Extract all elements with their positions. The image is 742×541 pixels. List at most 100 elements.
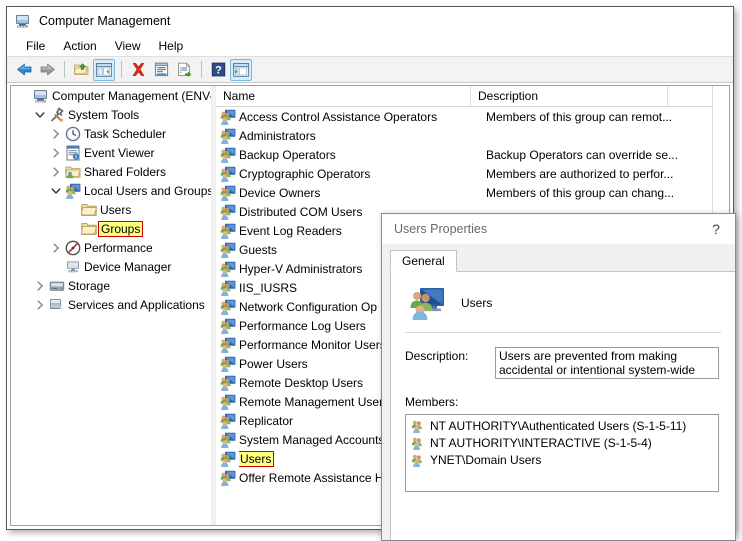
chevron-right-icon[interactable] <box>48 145 64 161</box>
tree-item-task-scheduler[interactable]: Task Scheduler <box>11 124 211 143</box>
tree-item-shared-folders[interactable]: Shared Folders <box>11 162 211 181</box>
group-icon <box>220 337 236 353</box>
tree-item-label: System Tools <box>68 107 140 122</box>
group-icon <box>220 109 236 125</box>
menu-item-action[interactable]: Action <box>54 37 105 55</box>
tree-item-system-tools[interactable]: System Tools <box>11 105 211 124</box>
group-icon <box>220 128 236 144</box>
table-row[interactable]: Access Control Assistance Operators Membe… <box>216 107 729 126</box>
toolbar-separator <box>201 61 202 78</box>
group-name-cell: Backup Operators <box>239 147 336 162</box>
tree-item-label: Shared Folders <box>84 164 167 179</box>
member-name: YNET\Domain Users <box>430 452 542 467</box>
column-header-description[interactable]: Description <box>471 86 668 106</box>
chevron-right-icon[interactable] <box>32 278 48 294</box>
group-icon <box>220 470 236 486</box>
tab-general[interactable]: General <box>390 250 457 272</box>
group-icon <box>220 147 236 163</box>
tree-item-users[interactable]: Users <box>11 200 211 219</box>
up-one-level-button[interactable] <box>70 59 92 81</box>
services-icon <box>48 297 65 313</box>
member-list-item[interactable]: NT AUTHORITY\INTERACTIVE (S-1-5-4) <box>406 434 718 451</box>
tree-item-computer-management-env-y[interactable]: Computer Management (ENV-Y <box>11 86 211 105</box>
table-row[interactable]: Administrators <box>216 126 729 145</box>
computer-icon <box>32 88 49 104</box>
group-description-cell: Members of this group can remot... <box>486 109 673 124</box>
tree-item-groups[interactable]: Groups <box>11 219 211 238</box>
clock-icon <box>64 126 81 142</box>
event-viewer-icon: i <box>64 145 81 161</box>
console-tree-pane[interactable]: Computer Management (ENV-Y System Tools Ta… <box>10 85 211 526</box>
chevron-down-icon[interactable] <box>48 183 64 199</box>
chevron-right-icon[interactable] <box>48 164 64 180</box>
folder-icon <box>80 202 97 218</box>
member-group-icon <box>410 435 426 451</box>
group-large-icon <box>409 286 445 320</box>
group-icon <box>220 356 236 372</box>
group-icon <box>220 432 236 448</box>
tree-item-device-manager[interactable]: Device Manager <box>11 257 211 276</box>
tree-item-services-and-applications[interactable]: Services and Applications <box>11 295 211 314</box>
chevron-right-icon[interactable] <box>48 240 64 256</box>
tree-item-storage[interactable]: Storage <box>11 276 211 295</box>
computer-management-icon <box>15 13 31 29</box>
member-group-icon <box>410 452 426 468</box>
group-description-cell: Members are authorized to perfor... <box>486 166 674 181</box>
local-users-groups-icon <box>64 183 81 199</box>
back-button[interactable] <box>13 59 35 81</box>
group-icon <box>220 375 236 391</box>
description-input[interactable]: Users are prevented from making accident… <box>495 347 719 379</box>
table-row[interactable]: Cryptographic Operators Members are autho… <box>216 164 729 183</box>
list-header: Name Description <box>216 86 729 107</box>
export-list-button[interactable] <box>173 59 195 81</box>
table-row[interactable]: Backup Operators Backup Operators can ove… <box>216 145 729 164</box>
group-icon <box>220 394 236 410</box>
group-header: Users <box>391 272 735 320</box>
toolbar-separator <box>121 61 122 78</box>
group-icon <box>220 318 236 334</box>
help-question-icon[interactable]: ? <box>703 217 729 241</box>
group-icon <box>220 204 236 220</box>
toolbar: ? <box>7 57 733 83</box>
group-icon <box>220 223 236 239</box>
group-icon <box>220 413 236 429</box>
chevron-right-icon[interactable] <box>48 126 64 142</box>
table-row[interactable]: Device Owners Members of this group can c… <box>216 183 729 202</box>
column-header-name[interactable]: Name <box>216 86 471 106</box>
tree-item-local-users-and-groups[interactable]: Local Users and Groups <box>11 181 211 200</box>
tree-item-performance[interactable]: Performance <box>11 238 211 257</box>
menu-item-help[interactable]: Help <box>150 37 193 55</box>
svg-text:?: ? <box>215 64 222 76</box>
member-list-item[interactable]: YNET\Domain Users <box>406 451 718 468</box>
group-name-cell: Administrators <box>239 128 316 143</box>
chevron-down-icon[interactable] <box>32 107 48 123</box>
show-hide-tree-button[interactable] <box>93 58 115 81</box>
help-button[interactable]: ? <box>207 59 229 81</box>
member-group-icon <box>410 418 426 434</box>
dialog-tabstrip: General <box>390 250 735 272</box>
general-tab-page: Users Description: Users are prevented f… <box>390 272 735 540</box>
performance-icon <box>64 240 81 256</box>
chevron-right-icon[interactable] <box>32 297 48 313</box>
show-action-pane-button[interactable] <box>230 58 252 81</box>
group-icon <box>220 261 236 277</box>
tree-item-event-viewer[interactable]: i Event Viewer <box>11 143 211 162</box>
properties-button[interactable] <box>150 59 172 81</box>
delete-button[interactable] <box>127 59 149 81</box>
group-description-cell: Backup Operators can override se... <box>486 147 679 162</box>
member-list-item[interactable]: NT AUTHORITY\Authenticated Users (S-1-5-… <box>406 417 718 434</box>
users-properties-dialog: Users Properties ? General Users Descrip… <box>381 213 736 541</box>
storage-icon <box>48 278 65 294</box>
tree-item-label: Performance <box>84 240 153 255</box>
toolbar-separator <box>64 61 65 78</box>
dialog-title-bar: Users Properties ? <box>382 214 735 244</box>
menu-item-view[interactable]: View <box>106 37 150 55</box>
dialog-title: Users Properties <box>394 222 488 236</box>
menu-item-file[interactable]: File <box>17 37 54 55</box>
forward-button[interactable] <box>36 59 58 81</box>
members-list[interactable]: NT AUTHORITY\Authenticated Users (S-1-5-… <box>405 414 719 492</box>
device-manager-icon <box>64 259 81 275</box>
